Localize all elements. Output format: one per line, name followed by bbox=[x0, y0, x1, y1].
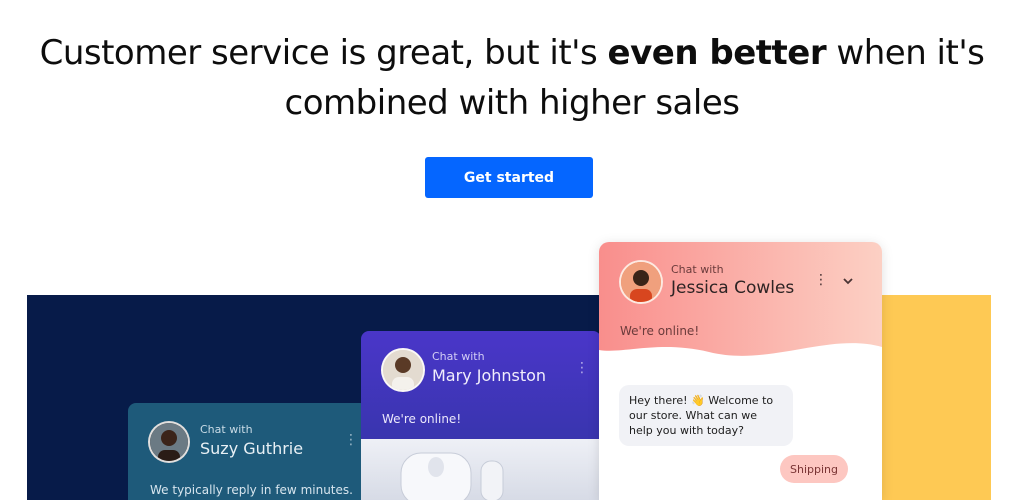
chat-widget-suzy: Chat with Suzy Guthrie ⋮ We typically re… bbox=[128, 403, 368, 500]
get-started-button[interactable]: Get started bbox=[425, 157, 593, 198]
chat-widget-jessica: Chat with Jessica Cowles ⋮ We're online!… bbox=[599, 242, 882, 500]
reply-time-note: We typically reply in few minutes. bbox=[150, 483, 353, 497]
chevron-down-icon[interactable] bbox=[842, 272, 854, 291]
online-status: We're online! bbox=[382, 412, 462, 426]
product-image bbox=[361, 439, 601, 500]
chat-widget-mary: Chat with Mary Johnston ⋮ We're online! bbox=[361, 331, 601, 500]
avatar bbox=[148, 421, 190, 463]
message-text-1: Hey there! bbox=[629, 394, 692, 407]
agent-photo-icon bbox=[383, 350, 423, 390]
chat-with-label: Chat with bbox=[432, 350, 485, 363]
shipping-quick-reply-button[interactable]: Shipping bbox=[780, 455, 848, 483]
headline-emphasis: even better bbox=[607, 33, 827, 73]
more-vertical-icon[interactable]: ⋮ bbox=[575, 361, 589, 375]
agent-name: Suzy Guthrie bbox=[200, 439, 304, 458]
online-status: We're online! bbox=[620, 324, 700, 338]
agent-photo-icon bbox=[621, 262, 661, 302]
avatar bbox=[381, 348, 425, 392]
more-vertical-icon[interactable]: ⋮ bbox=[814, 273, 828, 287]
more-vertical-icon[interactable]: ⋮ bbox=[344, 433, 358, 447]
chat-with-label: Chat with bbox=[200, 423, 253, 436]
agent-name: Mary Johnston bbox=[432, 366, 547, 385]
chat-with-label: Chat with bbox=[671, 263, 724, 276]
wave-emoji-icon: 👋 bbox=[691, 394, 705, 407]
page-headline: Customer service is great, but it's even… bbox=[0, 28, 1024, 128]
chat-message-bubble: Hey there! 👋 Welcome to our store. What … bbox=[619, 385, 793, 446]
agent-photo-icon bbox=[150, 423, 188, 461]
earbuds-product-icon bbox=[400, 452, 504, 500]
agent-name: Jessica Cowles bbox=[671, 278, 795, 298]
avatar bbox=[619, 260, 663, 304]
headline-part-1: Customer service is great, but it's bbox=[39, 33, 608, 73]
